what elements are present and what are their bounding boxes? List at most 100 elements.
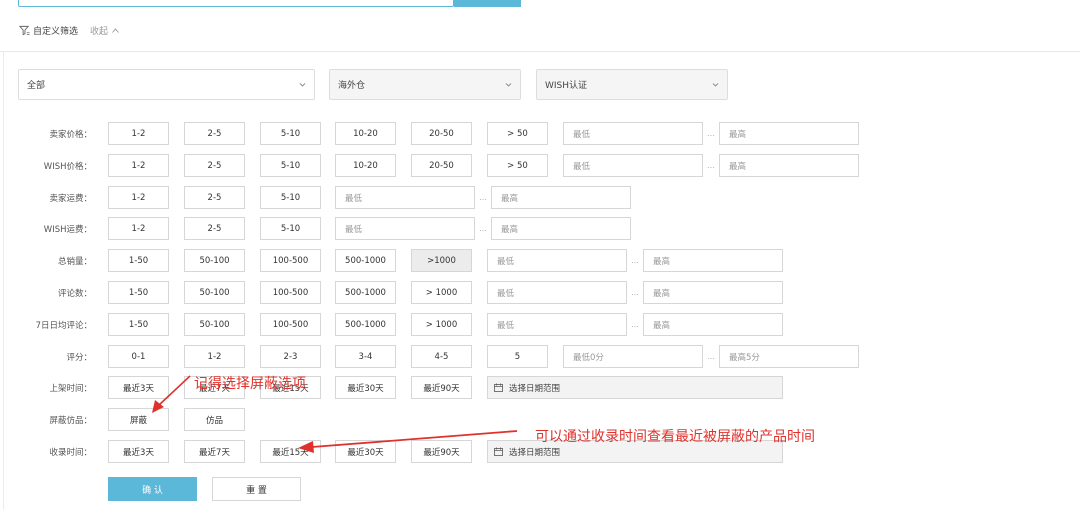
option-button[interactable]: 10-20 — [335, 154, 396, 177]
min-input[interactable]: 最低 — [335, 217, 475, 240]
option-button[interactable]: 最近7天 — [184, 440, 245, 463]
range-separator: … — [707, 352, 715, 361]
option-button[interactable]: 2-5 — [184, 122, 245, 145]
row-label: 评论数： — [57, 289, 92, 299]
option-button[interactable]: > 1000 — [411, 281, 472, 304]
option-button[interactable]: 2-5 — [184, 217, 245, 240]
option-button[interactable]: 100-500 — [260, 313, 321, 336]
max-input[interactable]: 最高 — [643, 281, 783, 304]
option-button[interactable]: 1-50 — [108, 313, 169, 336]
min-input[interactable]: 最低0分 — [563, 345, 703, 368]
range-separator: … — [479, 193, 487, 202]
option-button[interactable]: 1-50 — [108, 281, 169, 304]
option-button[interactable]: 20-50 — [411, 154, 472, 177]
option-button[interactable]: 100-500 — [260, 249, 321, 272]
range-separator: … — [707, 129, 715, 138]
select-1[interactable]: 全部 — [18, 69, 315, 100]
option-button[interactable]: 5-10 — [260, 122, 321, 145]
row-label: 卖家价格： — [49, 130, 92, 140]
arrow-to-collect-time — [298, 430, 518, 453]
option-button[interactable]: 500-1000 — [335, 249, 396, 272]
row-label: 评分： — [66, 353, 92, 363]
custom-filter-title: 自定义筛选 — [33, 27, 79, 37]
option-button[interactable]: 1-50 — [108, 249, 169, 272]
option-button[interactable]: > 50 — [487, 154, 548, 177]
custom-filter-header: 自定义筛选 — [19, 24, 78, 37]
reset-button[interactable]: 重 置 — [212, 477, 301, 501]
search-input[interactable] — [18, 0, 454, 7]
option-button[interactable]: 1-2 — [108, 217, 169, 240]
row-label: 收录时间： — [49, 448, 92, 458]
row-label: 屏蔽仿品： — [49, 416, 92, 426]
panel-border — [3, 52, 4, 510]
option-button[interactable]: 最近90天 — [411, 376, 472, 399]
range-separator: … — [631, 256, 639, 265]
range-separator: … — [479, 224, 487, 233]
max-input[interactable]: 最高 — [719, 154, 859, 177]
option-button[interactable]: 0-1 — [108, 345, 169, 368]
option-button[interactable]: 最近3天 — [108, 376, 169, 399]
select-2[interactable]: 海外仓 — [329, 69, 521, 100]
annotation-note-collect-time: 可以通过收录时间查看最近被屏蔽的产品时间 — [535, 429, 815, 445]
option-button[interactable]: 最近30天 — [335, 440, 396, 463]
option-button[interactable]: 5-10 — [260, 186, 321, 209]
option-button[interactable]: 5 — [487, 345, 548, 368]
option-button[interactable]: 1-2 — [108, 122, 169, 145]
option-button[interactable]: 1-2 — [108, 154, 169, 177]
max-input[interactable]: 最高5分 — [719, 345, 859, 368]
option-button[interactable]: 5-10 — [260, 154, 321, 177]
option-button[interactable]: 最近3天 — [108, 440, 169, 463]
option-button[interactable]: 5-10 — [260, 217, 321, 240]
row-label: 卖家运费： — [49, 194, 92, 204]
option-button[interactable]: 50-100 — [184, 249, 245, 272]
row-label: 上架时间： — [49, 384, 92, 394]
divider — [0, 51, 1080, 52]
min-input[interactable]: 最低 — [487, 313, 627, 336]
option-button[interactable]: 最近90天 — [411, 440, 472, 463]
confirm-button[interactable]: 确 认 — [108, 477, 197, 501]
option-button[interactable]: 2-5 — [184, 186, 245, 209]
option-button[interactable]: >1000 — [411, 249, 472, 272]
max-input[interactable]: 最高 — [491, 217, 631, 240]
collapse-toggle[interactable]: 收起 — [90, 24, 119, 37]
select-value: 全部 — [27, 81, 46, 91]
chevron-down-icon — [505, 83, 512, 87]
max-input[interactable]: 最高 — [643, 313, 783, 336]
option-button[interactable]: 1-2 — [184, 345, 245, 368]
max-input[interactable]: 最高 — [719, 122, 859, 145]
date-range-picker[interactable]: 选择日期范围 — [487, 376, 783, 399]
option-button[interactable]: 1-2 — [108, 186, 169, 209]
min-input[interactable]: 最低 — [487, 281, 627, 304]
filter-icon — [19, 25, 30, 36]
option-button[interactable]: 500-1000 — [335, 313, 396, 336]
option-button[interactable]: 50-100 — [184, 281, 245, 304]
min-input[interactable]: 最低 — [563, 154, 703, 177]
option-button[interactable]: 20-50 — [411, 122, 472, 145]
max-input[interactable]: 最高 — [643, 249, 783, 272]
option-button[interactable]: 3-4 — [335, 345, 396, 368]
row-label: WISH运费： — [43, 225, 92, 235]
row-label: WISH价格： — [43, 162, 92, 172]
max-input[interactable]: 最高 — [491, 186, 631, 209]
option-button[interactable]: 仿品 — [184, 408, 245, 431]
select-3[interactable]: WISH认证 — [536, 69, 728, 100]
option-button[interactable]: > 1000 — [411, 313, 472, 336]
option-button[interactable]: > 50 — [487, 122, 548, 145]
option-button[interactable]: 10-20 — [335, 122, 396, 145]
min-input[interactable]: 最低 — [487, 249, 627, 272]
option-button[interactable]: 最近15天 — [260, 440, 321, 463]
option-button[interactable]: 100-500 — [260, 281, 321, 304]
range-separator: … — [631, 320, 639, 329]
option-button[interactable]: 500-1000 — [335, 281, 396, 304]
date-range-placeholder: 选择日期范围 — [509, 447, 561, 458]
option-button[interactable]: 4-5 — [411, 345, 472, 368]
min-input[interactable]: 最低 — [335, 186, 475, 209]
row-label: 总销量： — [57, 257, 92, 267]
option-button[interactable]: 最近30天 — [335, 376, 396, 399]
search-button[interactable] — [454, 0, 521, 7]
min-input[interactable]: 最低 — [563, 122, 703, 145]
option-button[interactable]: 2-5 — [184, 154, 245, 177]
option-button[interactable]: 屏蔽 — [108, 408, 169, 431]
option-button[interactable]: 2-3 — [260, 345, 321, 368]
option-button[interactable]: 50-100 — [184, 313, 245, 336]
